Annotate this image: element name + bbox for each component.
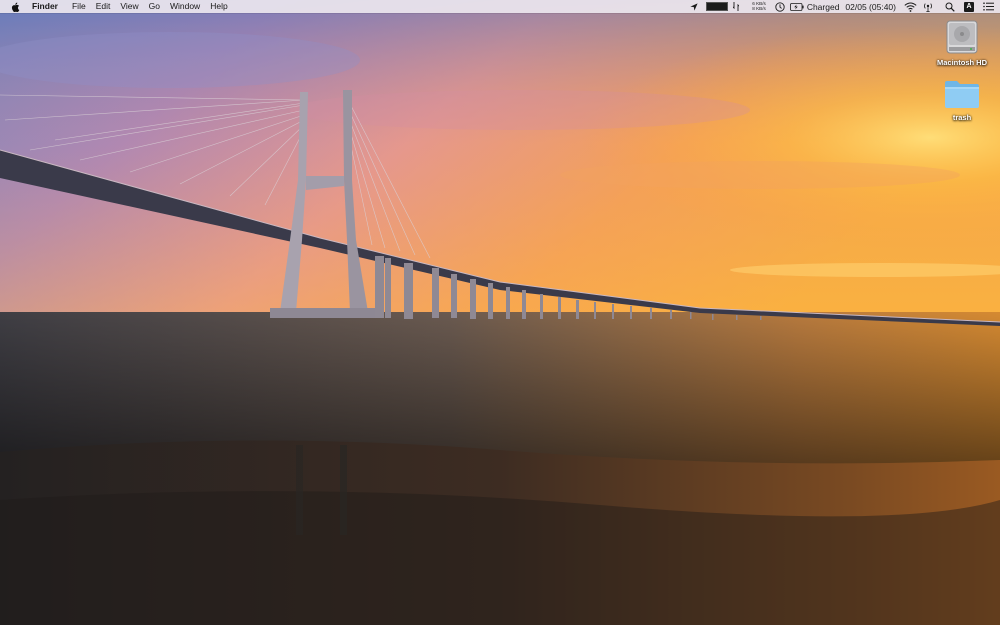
desktop-icon-macintosh-hd[interactable]: Macintosh HD [932, 19, 992, 67]
menu-help[interactable]: Help [205, 0, 232, 13]
menu-view[interactable]: View [115, 0, 143, 13]
bridge-sunset-wallpaper [0, 0, 1000, 625]
location-arrow-icon[interactable] [688, 0, 700, 13]
clock-icon[interactable] [774, 0, 786, 13]
menu-bar-left: Finder File Edit View Go Window Help [0, 0, 233, 13]
airdrop-icon[interactable] [922, 0, 934, 13]
desktop-icon-label: trash [952, 113, 972, 122]
wifi-icon[interactable] [903, 0, 917, 13]
menu-go[interactable]: Go [144, 0, 165, 13]
menu-file[interactable]: File [67, 0, 91, 13]
desktop-icon-label: Macintosh HD [936, 58, 987, 67]
battery-status-text[interactable]: Charged [807, 0, 840, 13]
input-source-icon[interactable]: A [964, 1, 974, 12]
sync-arrows-icon[interactable] [732, 0, 740, 13]
menu-bar: Finder File Edit View Go Window Help 6 K… [0, 0, 1000, 13]
hard-drive-icon [946, 20, 978, 54]
net-download-rate: 8 KB/s [752, 5, 766, 11]
apple-logo-icon[interactable] [11, 1, 21, 12]
activity-meter-icon[interactable] [706, 2, 729, 11]
battery-icon[interactable] [789, 0, 804, 13]
menu-app-finder[interactable]: Finder [32, 0, 63, 13]
spotlight-search-icon[interactable] [944, 0, 956, 13]
desktop[interactable]: Macintosh HD trash [0, 0, 1000, 625]
network-speed-monitor[interactable]: 6 KB/s 8 KB/s [752, 0, 766, 13]
menu-bar-status-area: 6 KB/s 8 KB/s Charged 02/05 (05:40) A [688, 0, 1000, 13]
menu-window[interactable]: Window [165, 0, 205, 13]
menu-bar-clock[interactable]: 02/05 (05:40) [845, 0, 896, 13]
desktop-icon-trash-folder[interactable]: trash [932, 78, 992, 122]
folder-icon [945, 81, 979, 108]
menu-edit[interactable]: Edit [91, 0, 116, 13]
notification-center-icon[interactable] [982, 0, 994, 13]
